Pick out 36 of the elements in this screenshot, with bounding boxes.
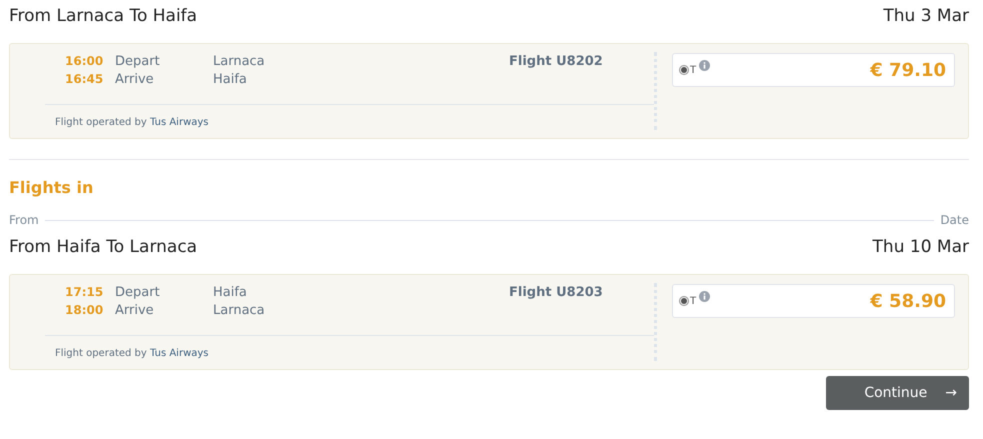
flight-number: Flight U8202 xyxy=(509,54,604,69)
arrive-time: 16:45 xyxy=(65,72,104,87)
depart-time: 16:00 xyxy=(65,54,104,69)
depart-label: Depart xyxy=(115,54,161,69)
arrive-city: Haifa xyxy=(213,72,248,87)
fare-class: T xyxy=(690,64,696,76)
info-icon[interactable] xyxy=(699,60,710,71)
radio-button[interactable] xyxy=(679,296,689,306)
fare-price: € 58.90 xyxy=(870,290,946,312)
airline-link[interactable]: Tus Airways xyxy=(150,348,208,359)
section-title: Flights in xyxy=(9,178,94,197)
continue-button[interactable]: Continue → xyxy=(826,376,969,410)
arrive-time: 18:00 xyxy=(65,303,104,318)
depart-time: 17:15 xyxy=(65,285,104,300)
operator-text: Flight operated by Tus Airways xyxy=(54,116,210,128)
fare-option[interactable]: T € 58.90 xyxy=(672,284,955,318)
radio-button[interactable] xyxy=(679,65,689,75)
airline-link[interactable]: Tus Airways xyxy=(150,117,208,128)
info-icon[interactable] xyxy=(699,291,710,302)
depart-city: Haifa xyxy=(213,285,248,300)
depart-label: Depart xyxy=(115,285,161,300)
flight-date: Thu 3 Mar xyxy=(883,6,969,26)
route-title: From Larnaca To Haifa xyxy=(9,6,198,26)
route-title: From Haifa To Larnaca xyxy=(9,237,198,257)
depart-city: Larnaca xyxy=(213,54,266,69)
arrive-label: Arrive xyxy=(115,303,155,318)
operator-text: Flight operated by Tus Airways xyxy=(54,347,210,359)
from-label: From xyxy=(9,213,39,227)
flight-date: Thu 10 Mar xyxy=(872,237,969,257)
date-label: Date xyxy=(940,213,969,227)
flight-number: Flight U8203 xyxy=(509,285,604,300)
arrive-label: Arrive xyxy=(115,72,155,87)
arrive-city: Larnaca xyxy=(213,303,266,318)
fare-price: € 79.10 xyxy=(870,60,946,80)
fare-option[interactable]: T € 79.10 xyxy=(672,53,955,87)
fare-class: T xyxy=(690,296,696,306)
